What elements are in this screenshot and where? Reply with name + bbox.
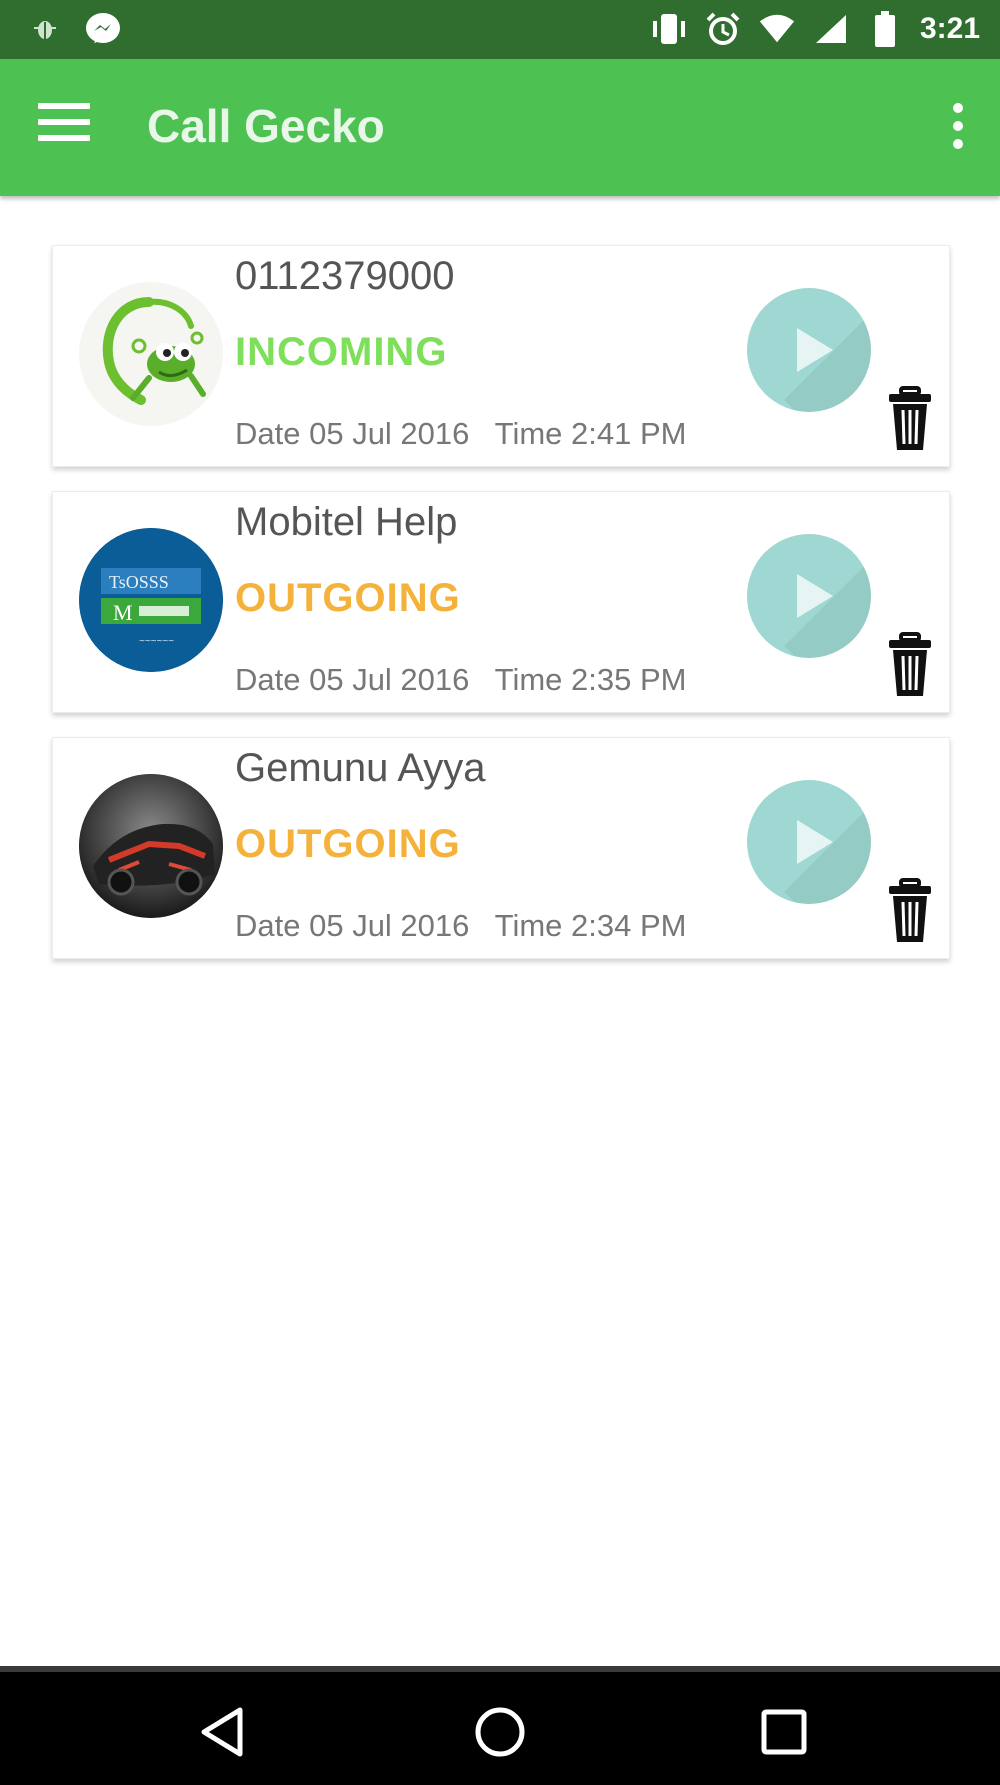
trash-icon[interactable] xyxy=(885,878,935,944)
svg-text:~~~~~~: ~~~~~~ xyxy=(139,636,174,647)
status-bar: 3:21 xyxy=(0,0,1000,59)
gecko-avatar xyxy=(79,282,223,426)
messenger-icon xyxy=(84,10,122,48)
call-date-time: Date 05 Jul 2016 Time 2:34 PM xyxy=(235,908,687,943)
call-type-label: OUTGOING xyxy=(235,576,461,620)
back-icon[interactable] xyxy=(192,1704,252,1760)
recording-card[interactable]: Gemunu Ayya OUTGOING Date 05 Jul 2016 Ti… xyxy=(52,737,950,959)
clock: 3:21 xyxy=(919,12,980,45)
svg-text:TsOSSS: TsOSSS xyxy=(109,572,169,592)
play-icon xyxy=(797,328,833,372)
trash-icon[interactable] xyxy=(885,386,935,452)
recents-icon[interactable] xyxy=(754,1704,814,1760)
play-button[interactable] xyxy=(747,780,871,904)
navigation-bar xyxy=(0,1666,1000,1785)
more-vert-icon[interactable] xyxy=(948,103,968,153)
trash-icon[interactable] xyxy=(885,632,935,698)
call-type-label: OUTGOING xyxy=(235,822,461,866)
play-icon xyxy=(797,820,833,864)
mobitel-avatar: TsOSSS M ~~~~~~ xyxy=(79,528,223,672)
play-button[interactable] xyxy=(747,534,871,658)
contact-name: 0112379000 xyxy=(235,254,455,298)
vibrate-icon xyxy=(650,10,688,48)
contact-name: Gemunu Ayya xyxy=(235,746,486,790)
alarm-icon xyxy=(704,10,742,48)
recording-card[interactable]: 0112379000 INCOMING Date 05 Jul 2016 Tim… xyxy=(52,245,950,467)
cell-signal-icon xyxy=(812,10,850,48)
hamburger-menu-icon[interactable] xyxy=(38,103,90,149)
contact-name: Mobitel Help xyxy=(235,500,458,544)
play-icon xyxy=(797,574,833,618)
app-title: Call Gecko xyxy=(147,100,385,152)
wifi-icon xyxy=(758,10,796,48)
call-date-time: Date 05 Jul 2016 Time 2:35 PM xyxy=(235,662,687,697)
car-avatar xyxy=(79,774,223,918)
app-bar: Call Gecko xyxy=(0,59,1000,196)
battery-icon xyxy=(866,10,904,48)
svg-text:M: M xyxy=(113,600,133,625)
recording-card[interactable]: TsOSSS M ~~~~~~ Mobitel Help OUTGOING Da… xyxy=(52,491,950,713)
call-date-time: Date 05 Jul 2016 Time 2:41 PM xyxy=(235,416,687,451)
call-type-label: INCOMING xyxy=(235,330,448,374)
play-button[interactable] xyxy=(747,288,871,412)
home-icon[interactable] xyxy=(470,1704,530,1760)
bug-icon xyxy=(26,10,64,48)
